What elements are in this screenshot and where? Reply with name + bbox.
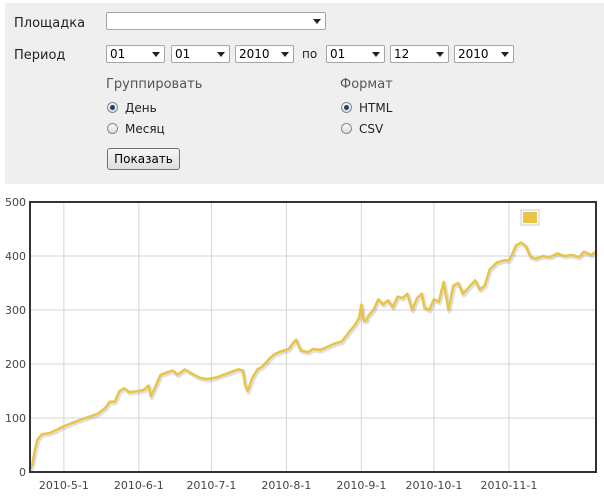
chart-legend: [520, 209, 540, 226]
x-tick-label: 2010-5-1: [39, 479, 89, 492]
site-label: Площадка: [14, 16, 86, 31]
group-day-label: День: [125, 101, 157, 115]
y-tick-label: 400: [5, 250, 26, 263]
x-tick-label: 2010-11-1: [480, 479, 537, 492]
from-day-value: 01: [110, 47, 126, 61]
to-month-value: 12: [394, 47, 410, 61]
x-tick-label: 2010-6-1: [114, 479, 164, 492]
to-month-select[interactable]: 12: [390, 45, 449, 63]
from-month-select[interactable]: 01: [171, 45, 230, 63]
chevron-down-icon: [436, 52, 444, 57]
to-day-select[interactable]: 01: [326, 45, 385, 63]
to-year-select[interactable]: 2010: [454, 45, 514, 63]
y-tick-label: 100: [5, 412, 26, 425]
chevron-down-icon: [152, 52, 160, 57]
to-year-value: 2010: [458, 47, 489, 61]
series-line-shadow: [29, 242, 599, 472]
from-day-select[interactable]: 01: [106, 45, 165, 63]
y-tick-label: 0: [19, 466, 26, 479]
group-label: Группировать: [106, 77, 203, 92]
filter-panel: [5, 3, 604, 184]
chevron-down-icon: [281, 52, 289, 57]
line-chart: 0 100 200 300 400 500 2010-5-1 2010-6-1 2010-7-…: [5, 196, 599, 492]
x-tick-label: 2010-9-1: [336, 479, 386, 492]
y-tick-label: 500: [5, 196, 26, 209]
group-month-radio[interactable]: [107, 123, 118, 134]
chevron-down-icon: [372, 52, 380, 57]
legend-swatch: [523, 212, 537, 223]
series-line: [28, 241, 597, 470]
x-tick-label: 2010-8-1: [261, 479, 311, 492]
format-label: Формат: [340, 77, 393, 92]
to-day-value: 01: [330, 47, 346, 61]
y-tick-label: 300: [5, 304, 26, 317]
format-csv-radio[interactable]: [341, 123, 352, 134]
x-tick-label: 2010-10-1: [405, 479, 462, 492]
chart-grid: [30, 201, 596, 473]
y-tick-label: 200: [5, 358, 26, 371]
chart-series: [28, 241, 599, 472]
site-select[interactable]: [106, 12, 326, 30]
chart-frame: [29, 201, 597, 473]
to-label: по: [302, 47, 318, 61]
group-month-label: Месяц: [125, 122, 165, 136]
chevron-down-icon: [313, 19, 321, 24]
chevron-down-icon: [217, 52, 225, 57]
group-day-radio[interactable]: [107, 102, 118, 113]
x-axis-labels: 2010-5-1 2010-6-1 2010-7-1 2010-8-1 2010-9-1…: [39, 479, 537, 492]
period-label: Период: [14, 48, 66, 63]
from-year-select[interactable]: 2010: [235, 45, 294, 63]
from-year-value: 2010: [239, 47, 270, 61]
y-axis-labels: 0 100 200 300 400 500: [5, 196, 26, 479]
chevron-down-icon: [501, 52, 509, 57]
submit-button[interactable]: Показать: [107, 148, 180, 170]
format-html-radio[interactable]: [341, 102, 352, 113]
from-month-value: 01: [175, 47, 191, 61]
format-csv-label: CSV: [359, 122, 384, 136]
format-html-label: HTML: [359, 101, 393, 115]
x-tick-label: 2010-7-1: [186, 479, 236, 492]
